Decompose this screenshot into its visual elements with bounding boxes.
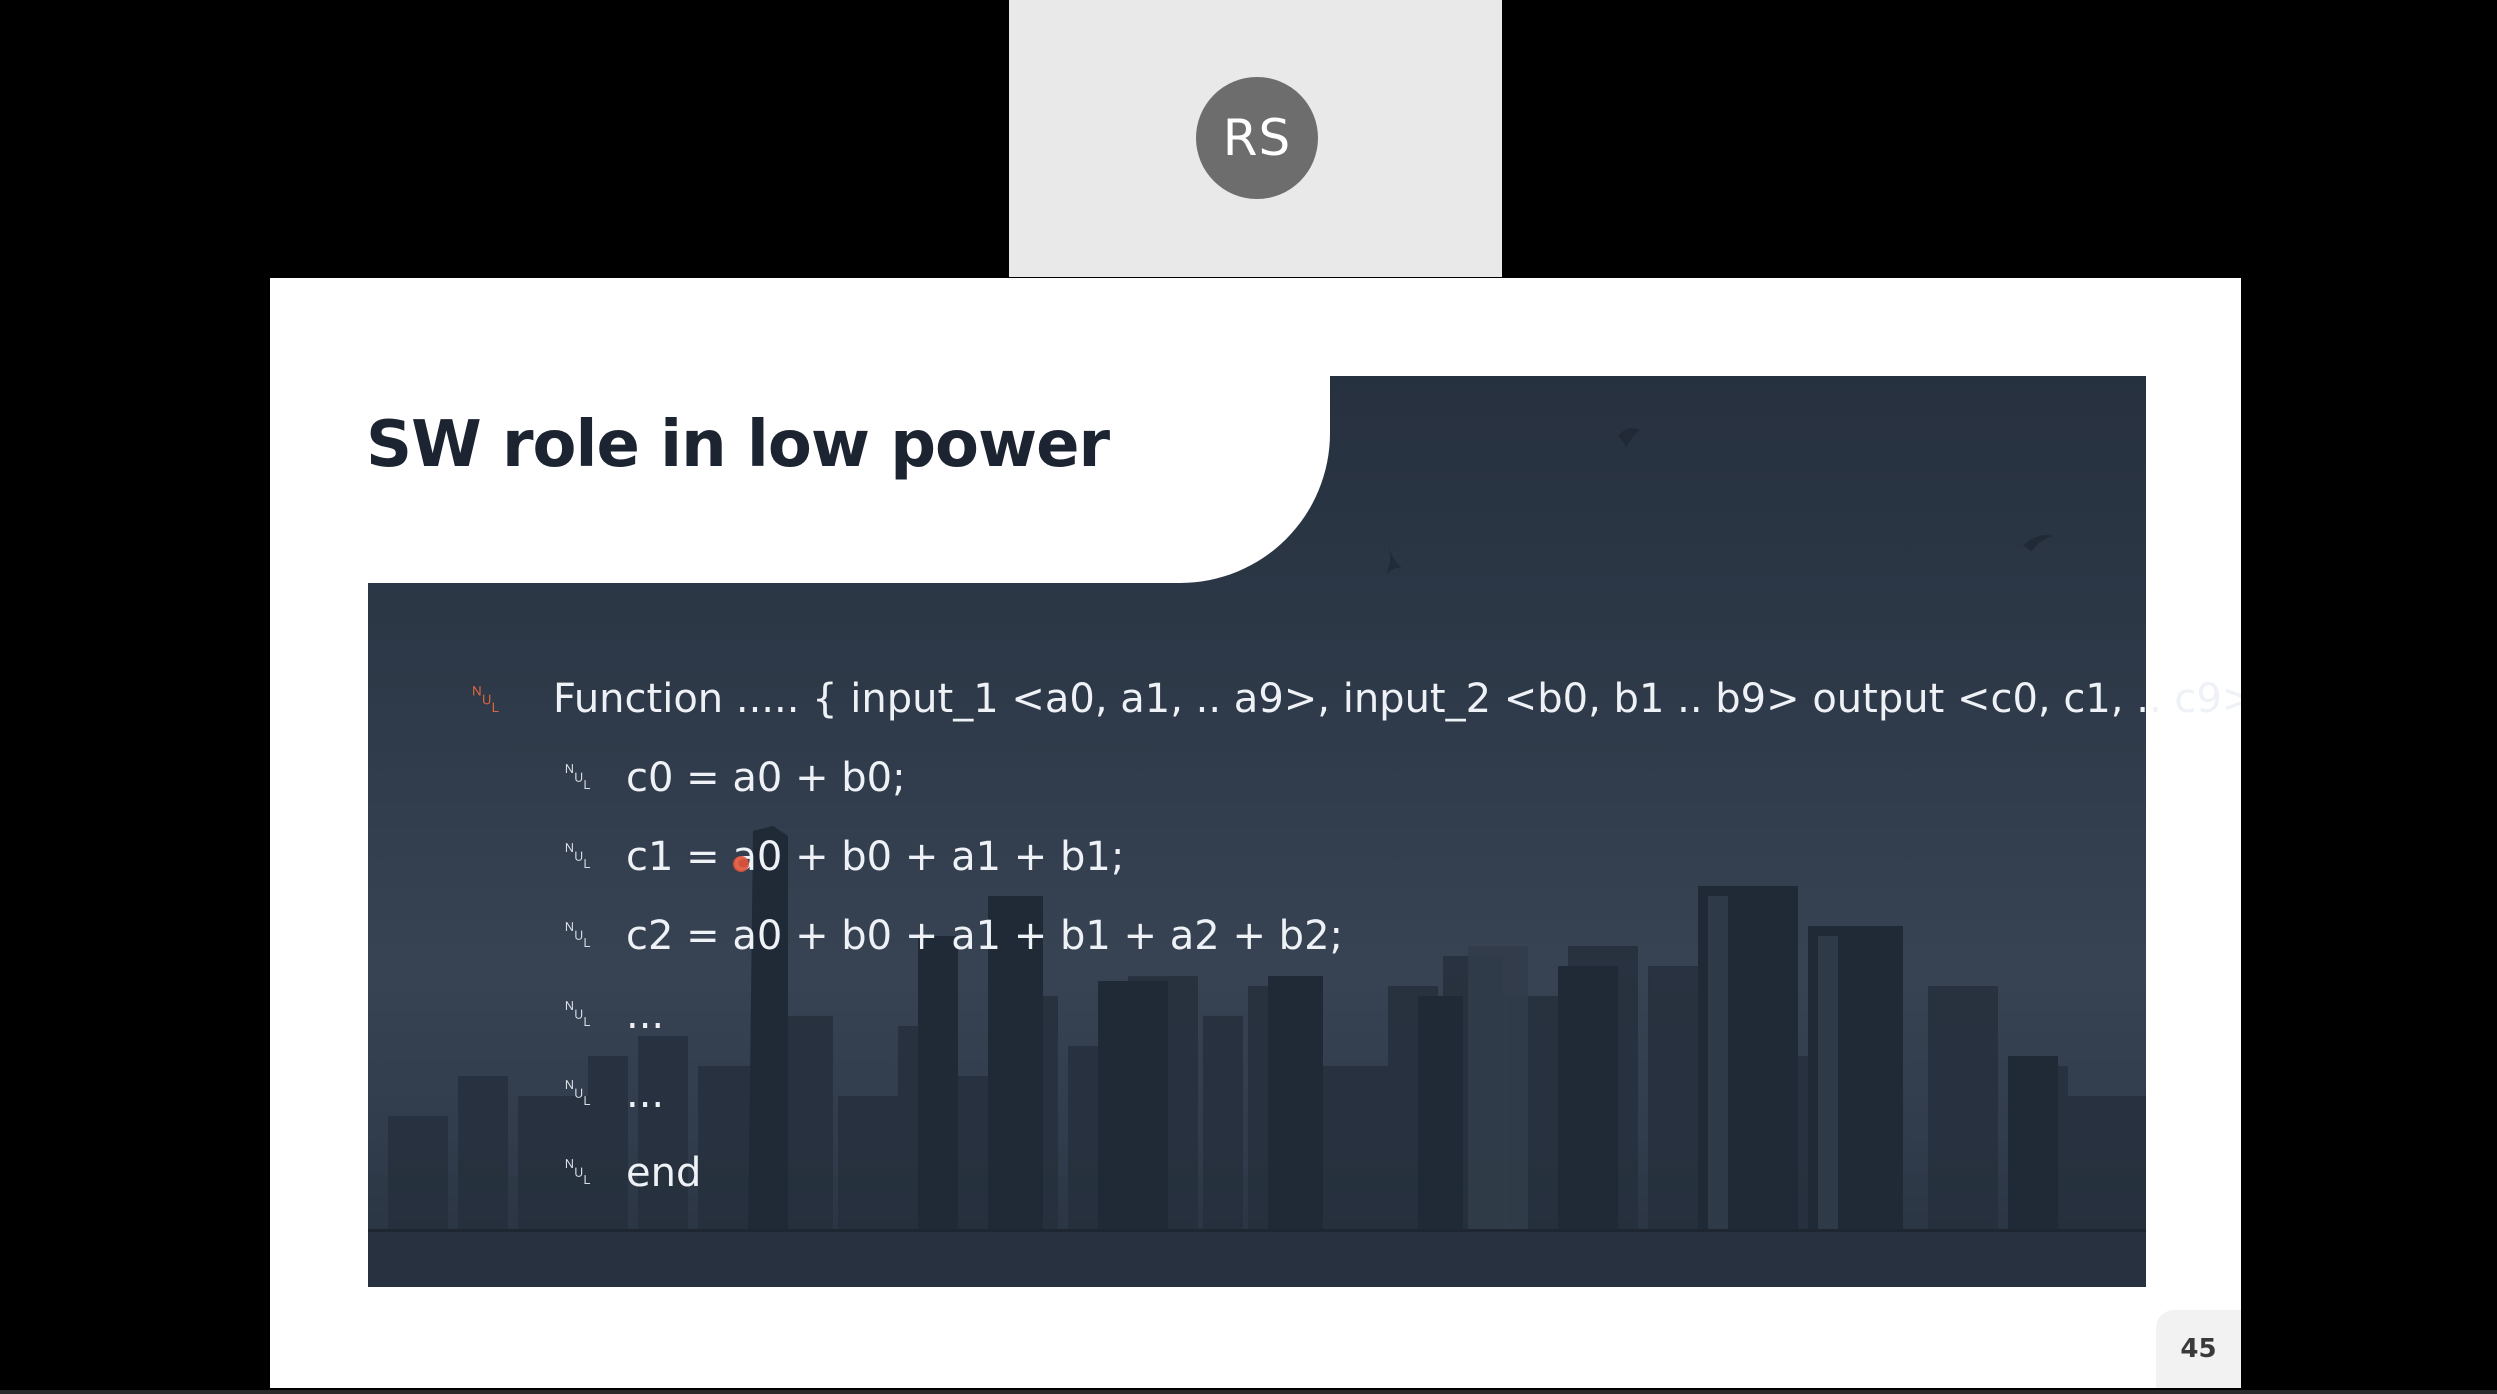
- square-bullet-icon: ␀: [563, 1152, 593, 1193]
- bullet-item: ␀ c0 = a0 + b0;: [558, 755, 906, 801]
- slide-page-number: 45: [2156, 1310, 2241, 1388]
- square-bullet-icon: ␀: [563, 836, 593, 877]
- bullet-text: Function ..... { input_1 <a0, a1, .. a9>…: [553, 676, 2241, 722]
- window-bottom-border: [0, 1390, 2497, 1394]
- bullet-item: ␀ ...: [558, 992, 665, 1038]
- square-bullet-icon: ␀: [563, 994, 593, 1035]
- laser-pointer-dot: [733, 856, 749, 872]
- bullet-item: ␀ c1 = a0 + b0 + a1 + b1;: [558, 834, 1125, 880]
- bullet-text: ...: [626, 1071, 665, 1117]
- bullet-text: c2 = a0 + b0 + a1 + b1 + a2 + b2;: [626, 913, 1343, 959]
- bullet-text: c1 = a0 + b0 + a1 + b1;: [626, 834, 1125, 880]
- bullet-item: ␀ end: [558, 1150, 702, 1196]
- bullet-item: ␀ c2 = a0 + b0 + a1 + b1 + a2 + b2;: [558, 913, 1343, 959]
- square-bullet-icon: ␀: [470, 676, 502, 721]
- bullet-text: c0 = a0 + b0;: [626, 755, 906, 801]
- bullet-item: ␀ Function ..... { input_1 <a0, a1, .. a…: [461, 676, 2241, 722]
- participant-tile[interactable]: RS: [1009, 0, 1502, 277]
- bullet-list: ␀ Function ..... { input_1 <a0, a1, .. a…: [270, 278, 2241, 1388]
- participant-avatar: RS: [1196, 77, 1318, 199]
- presentation-slide: SW role in low power ␀ Function ..... { …: [270, 278, 2241, 1388]
- square-bullet-icon: ␀: [563, 757, 593, 798]
- square-bullet-icon: ␀: [563, 915, 593, 956]
- bullet-text: ...: [626, 992, 665, 1038]
- square-bullet-icon: ␀: [563, 1073, 593, 1114]
- bullet-text: end: [626, 1150, 702, 1196]
- bullet-item: ␀ ...: [558, 1071, 665, 1117]
